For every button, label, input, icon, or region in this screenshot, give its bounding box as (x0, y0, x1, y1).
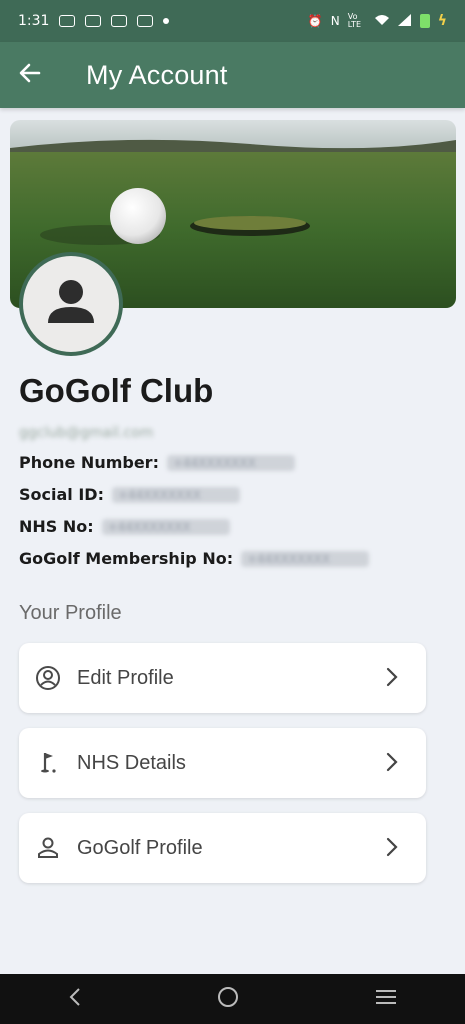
edit-profile-label: Edit Profile (77, 666, 174, 689)
status-time: 1:31 (18, 13, 50, 29)
phone-number-value: +44XXXXXXX (166, 454, 295, 471)
notification-icon (137, 15, 154, 27)
section-title: Your Profile (19, 602, 122, 624)
battery-icon (419, 14, 430, 28)
alarm-icon: ⏰ (307, 14, 323, 28)
volte-icon: Vo LTE (347, 12, 362, 29)
membership-no-label: GoGolf Membership No: (19, 549, 234, 568)
notification-icon (85, 15, 102, 27)
nhs-no-label: NHS No: (19, 517, 94, 536)
golf-flag-icon (35, 750, 61, 776)
notification-icon (59, 15, 76, 27)
signal-icon (397, 13, 412, 29)
charging-icon: ϟ (437, 13, 447, 29)
profile-email: ggclub@gmail.com (19, 425, 154, 441)
chevron-right-icon (386, 837, 398, 861)
recents-nav-button[interactable] (375, 988, 397, 1010)
person-icon (44, 275, 98, 333)
social-id-label: Social ID: (19, 485, 104, 504)
nhs-no-row: NHS No: +44XXXXXXX (19, 517, 230, 536)
app-bar: My Account (0, 42, 465, 108)
chevron-right-icon (386, 752, 398, 776)
profile-name: GoGolf Club (19, 372, 214, 409)
nhs-details-button[interactable]: NHS Details (19, 728, 426, 798)
page-title: My Account (86, 59, 228, 90)
more-notifications-icon (163, 18, 170, 24)
home-nav-button[interactable] (217, 986, 239, 1012)
nhs-details-label: NHS Details (77, 751, 186, 774)
back-button[interactable] (0, 42, 60, 108)
status-right: ⏰ N Vo LTE ϟ (307, 12, 447, 30)
membership-no-row: GoGolf Membership No: +44XXXXXXX (19, 549, 370, 568)
gogolf-profile-label: GoGolf Profile (77, 836, 203, 859)
notification-icon (111, 15, 128, 27)
avatar[interactable] (19, 252, 123, 356)
account-circle-icon (35, 665, 61, 691)
nfc-icon: N (330, 14, 340, 28)
arrow-back-icon (19, 62, 41, 88)
back-nav-button[interactable] (68, 987, 82, 1011)
wifi-icon (374, 14, 390, 29)
gogolf-profile-button[interactable]: GoGolf Profile (19, 813, 426, 883)
phone-number-label: Phone Number: (19, 453, 159, 472)
status-left: 1:31 (18, 13, 170, 29)
phone-number-row: Phone Number: +44XXXXXXX (19, 453, 295, 472)
person-icon (35, 835, 61, 861)
social-id-row: Social ID: +44XXXXXXX (19, 485, 240, 504)
membership-no-value: +44XXXXXXX (241, 550, 370, 567)
chevron-right-icon (386, 667, 398, 691)
edit-profile-button[interactable]: Edit Profile (19, 643, 426, 713)
social-id-value: +44XXXXXXX (111, 486, 240, 503)
nhs-no-value: +44XXXXXXX (101, 518, 230, 535)
status-bar: 1:31 ⏰ N Vo LTE ϟ (0, 0, 465, 42)
system-nav-bar (0, 974, 465, 1024)
